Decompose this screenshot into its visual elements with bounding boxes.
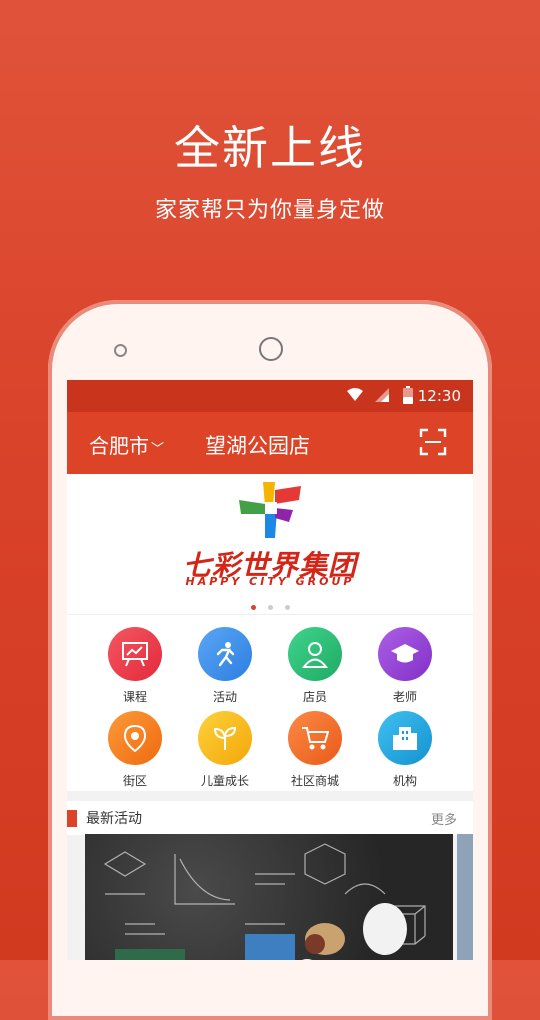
menu-label: 课程 [122,690,147,704]
signal-icon [375,388,389,402]
menu-item-mall[interactable]: 社区商城 [270,711,360,789]
brand-logo [239,482,301,538]
menu-item-teachers[interactable]: 老师 [360,627,450,705]
phone-sensor [114,344,127,357]
carousel-indicator [67,602,473,614]
menu-label: 活动 [212,690,237,704]
promo-headline: 全新上线 [174,121,366,175]
next-activity-photo[interactable] [457,834,473,960]
carousel-dot [250,605,256,610]
chalkboard-illustration [103,843,426,960]
promo-subline: 家家帮只为你量身定做 [154,198,385,223]
section-accent-bar [67,810,77,827]
person-icon [288,627,342,681]
carousel-dot [267,605,273,610]
graduation-cap-icon [378,627,432,681]
activity-photo[interactable] [85,834,453,960]
battery-icon [403,386,413,404]
scan-icon[interactable] [419,428,447,456]
menu-item-blocks[interactable]: 街区 [90,711,180,789]
phone-screen: 12:30 合肥市 ﹀ 望湖公园店 七彩世界集团 HAPPY CITY GROUP [67,380,473,960]
menu-label: 机构 [392,774,417,788]
menu-label: 老师 [392,690,417,704]
latest-activities-header: 最新活动 更多 [67,801,473,835]
banner-carousel[interactable]: 七彩世界集团 HAPPY CITY GROUP [67,474,473,602]
building-icon [378,711,432,765]
store-name[interactable]: 望湖公园店 [205,430,310,460]
section-title: 最新活动 [86,811,142,827]
chevron-down-icon: ﹀ [151,442,165,457]
menu-label: 店员 [302,690,327,704]
menu-item-courses[interactable]: 课程 [90,627,180,705]
wifi-icon [347,388,363,401]
menu-grid: 课程 活动 店员 老师 街区 儿童成长 社区商城 机构 [67,614,473,791]
phone-camera [259,337,283,361]
status-time: 12:30 [417,387,461,405]
menu-label: 街区 [122,774,147,788]
carousel-dot [284,605,290,610]
brand-name-en: HAPPY CITY GROUP [185,575,355,588]
menu-label: 儿童成长 [200,774,249,788]
map-pin-icon [108,711,162,765]
city-label: 合肥市 [89,434,149,458]
menu-item-institutions[interactable]: 机构 [360,711,450,789]
menu-item-activities[interactable]: 活动 [180,627,270,705]
menu-label: 社区商城 [290,774,339,788]
running-person-icon [198,627,252,681]
more-link[interactable]: 更多 [431,809,457,828]
sprout-icon [198,711,252,765]
shopping-cart-icon [288,711,342,765]
menu-item-child-growth[interactable]: 儿童成长 [180,711,270,789]
menu-item-staff[interactable]: 店员 [270,627,360,705]
city-selector[interactable]: 合肥市 ﹀ [89,430,164,459]
presentation-board-icon [108,627,162,681]
status-bar: 12:30 [67,380,473,412]
app-bar: 合肥市 ﹀ 望湖公园店 [67,412,473,474]
